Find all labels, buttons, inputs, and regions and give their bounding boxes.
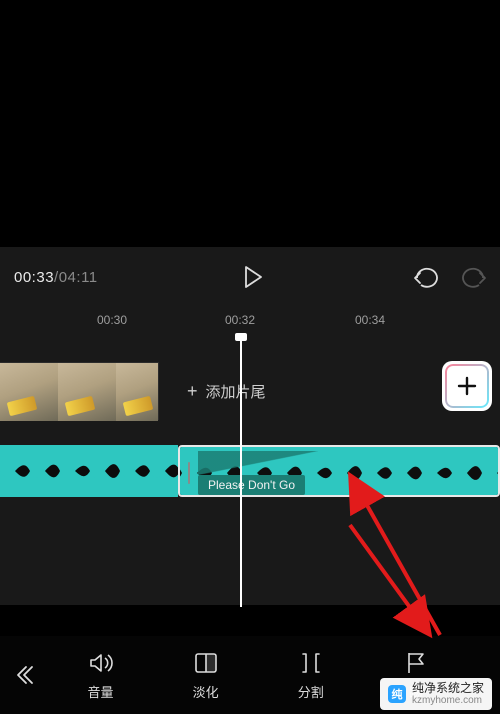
- fade-tool[interactable]: 淡化: [153, 636, 258, 714]
- watermark: 纯 纯净系统之家 kzmyhome.com: [380, 678, 492, 710]
- audio-track[interactable]: Please Don't Go: [0, 445, 500, 501]
- add-ending-label: 添加片尾: [206, 381, 266, 402]
- video-clip[interactable]: [0, 362, 159, 420]
- video-preview[interactable]: [0, 0, 500, 247]
- annotation-arrow: [340, 515, 480, 655]
- clip-thumbnail: [0, 363, 58, 421]
- volume-tool[interactable]: 音量: [48, 636, 153, 714]
- flag-icon: [403, 650, 429, 676]
- add-ending-button[interactable]: + 添加片尾: [187, 381, 266, 402]
- playback-controls: 00:33/04:11: [0, 247, 500, 307]
- collapse-toolbar-button[interactable]: [0, 636, 48, 714]
- speaker-icon: [88, 650, 114, 676]
- watermark-logo-icon: 纯: [388, 685, 406, 703]
- clip-thumbnail: [116, 363, 158, 421]
- split-tool[interactable]: 分割: [258, 636, 363, 714]
- tool-label: 分割: [298, 682, 324, 701]
- split-icon: [298, 650, 324, 676]
- timeline[interactable]: + 添加片尾: [0, 335, 500, 605]
- audio-clip-left[interactable]: [0, 445, 178, 497]
- ruler-tick: 00:32: [225, 313, 255, 327]
- video-track[interactable]: + 添加片尾: [0, 361, 500, 421]
- tool-label: 淡化: [193, 682, 219, 701]
- fade-icon: [193, 650, 219, 676]
- fade-in-indicator: [198, 451, 318, 475]
- total-duration: 04:11: [59, 269, 98, 286]
- time-display: 00:33/04:11: [14, 269, 98, 286]
- clip-thumbnail: [58, 363, 116, 421]
- clip-trim-handle[interactable]: [184, 457, 194, 489]
- add-clip-button[interactable]: [442, 361, 492, 411]
- redo-button: [456, 259, 492, 295]
- tool-label: 音量: [88, 682, 114, 701]
- plus-icon: +: [187, 381, 198, 402]
- current-time: 00:33: [14, 269, 54, 286]
- ruler-tick: 00:30: [97, 313, 127, 327]
- timeline-ruler[interactable]: 00:30 00:32 00:34: [0, 307, 500, 335]
- playhead[interactable]: [240, 335, 242, 607]
- play-button[interactable]: [235, 259, 271, 295]
- undo-button[interactable]: [408, 259, 444, 295]
- audio-clip-title: Please Don't Go: [198, 475, 305, 495]
- audio-clip-selected[interactable]: Please Don't Go: [178, 445, 500, 497]
- ruler-tick: 00:34: [355, 313, 385, 327]
- watermark-brand: 纯净系统之家: [412, 682, 484, 695]
- watermark-url: kzmyhome.com: [412, 695, 484, 706]
